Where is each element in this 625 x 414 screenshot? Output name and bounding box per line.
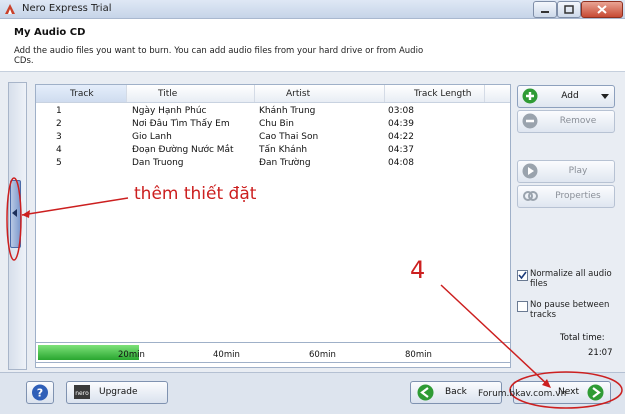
annotation-text: thêm thiết đặt bbox=[134, 184, 257, 204]
annotation-step-number: 4 bbox=[410, 256, 426, 284]
annotation-ellipse bbox=[6, 177, 22, 261]
annotation-arrow bbox=[440, 284, 550, 387]
annotation-arrowhead bbox=[22, 210, 30, 218]
watermark: Forum.bkav.com.vn bbox=[478, 389, 567, 399]
annotation-overlay bbox=[6, 177, 623, 409]
annotation-arrow bbox=[21, 197, 129, 216]
